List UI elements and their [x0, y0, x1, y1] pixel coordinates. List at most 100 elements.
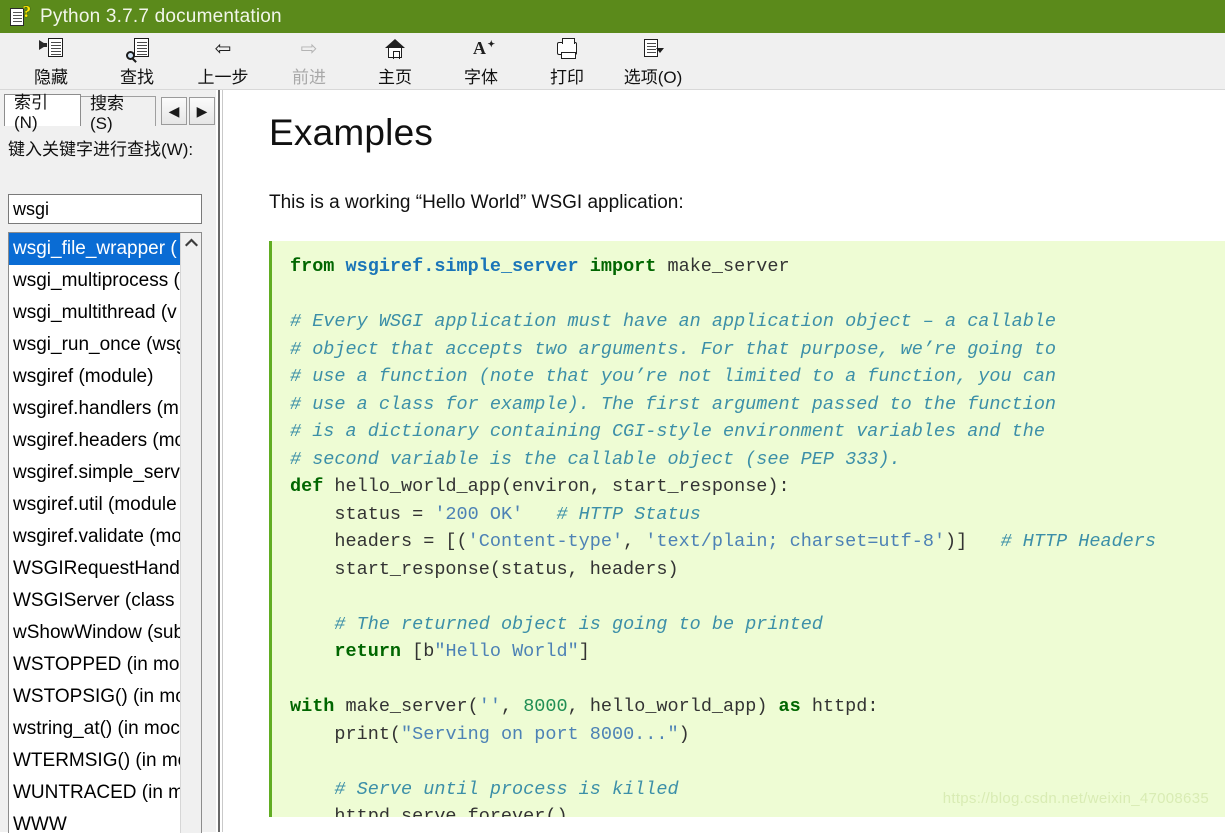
- code-token: # The returned object is going to be pri…: [334, 613, 823, 635]
- code-token: # HTTP Headers: [1000, 531, 1156, 552]
- code-token: # is a dictionary containing CGI-style e…: [290, 421, 1045, 442]
- code-token: print(: [290, 723, 402, 745]
- index-list-item[interactable]: WSGIServer (class in: [9, 585, 180, 617]
- toolbar-label-home: 主页: [378, 68, 412, 87]
- code-token: # use a class for example). The first ar…: [290, 393, 1057, 415]
- options-icon: [641, 36, 665, 62]
- code-token: def: [290, 476, 335, 497]
- code-token: 'text/plain; charset=utf-8': [645, 531, 946, 552]
- code-token: # object that accepts two arguments. For…: [290, 338, 1057, 360]
- code-token: ]: [578, 641, 590, 662]
- home-icon: [383, 36, 407, 62]
- code-token: , hello_world_app): [567, 696, 779, 717]
- code-token: with: [290, 696, 346, 717]
- toolbar-label-hide: 隐藏: [34, 68, 68, 87]
- chevron-up-icon: [184, 238, 198, 247]
- printer-icon: [555, 36, 579, 62]
- font-icon: A: [469, 35, 495, 62]
- index-list-container: wsgi_file_wrapper (wsgi_multiprocess (ws…: [8, 232, 202, 833]
- index-list-item[interactable]: WSGIRequestHandl: [9, 553, 180, 585]
- toolbar-button-forward: ⇨ 前进: [266, 33, 352, 89]
- index-list-item[interactable]: WSTOPSIG() (in mo: [9, 681, 180, 713]
- index-list-item[interactable]: wsgiref (module): [9, 361, 180, 393]
- intro-paragraph: This is a working “Hello World” WSGI app…: [269, 192, 684, 213]
- code-token: "Serving on port 8000...": [401, 723, 679, 745]
- hide-panel-icon: [39, 36, 63, 62]
- help-document-icon: ?: [8, 3, 31, 28]
- index-list-item[interactable]: wShowWindow (sub: [9, 617, 180, 649]
- code-token: # use a function (note that you’re not l…: [290, 366, 1057, 387]
- index-list-item[interactable]: wsgi_multithread (v: [9, 297, 180, 329]
- toolbar-label-print: 打印: [550, 68, 584, 87]
- search-document-icon: [125, 36, 149, 62]
- title-bar: ? Python 3.7.7 documentation: [0, 0, 1225, 33]
- code-token: '200 OK': [434, 503, 524, 525]
- toolbar-button-home[interactable]: 主页: [352, 33, 438, 89]
- index-list-item[interactable]: wsgiref.handlers (m: [9, 393, 180, 425]
- code-block: from wsgiref.simple_server import make_s…: [269, 241, 1225, 817]
- tab-prev-arrow-icon[interactable]: ◀: [161, 97, 187, 125]
- scroll-up-arrow-icon[interactable]: [181, 233, 201, 252]
- code-token: return: [334, 641, 413, 662]
- index-list-scrollbar[interactable]: [180, 233, 201, 833]
- tab-search[interactable]: 搜索(S): [79, 94, 156, 133]
- code-token: import: [589, 256, 668, 277]
- index-list-item[interactable]: WUNTRACED (in m: [9, 777, 180, 809]
- code-token: [b: [412, 641, 435, 662]
- page-title: Examples: [269, 112, 434, 153]
- code-token: (environ, start_response):: [500, 476, 790, 497]
- code-listing: from wsgiref.simple_server import make_s…: [290, 253, 1225, 817]
- panel-splitter[interactable]: [216, 90, 226, 832]
- index-list-item[interactable]: wsgiref.headers (mo: [9, 425, 180, 457]
- code-token: ,: [500, 696, 524, 717]
- code-token: wsgiref.simple_server: [345, 256, 590, 277]
- back-arrow-icon: ⇦: [214, 38, 232, 60]
- tab-index-label: 索引(N): [14, 93, 48, 132]
- index-list-item[interactable]: wsgiref.validate (mo: [9, 521, 180, 553]
- toolbar-button-hide[interactable]: 隐藏: [8, 33, 94, 89]
- code-token: make_server(: [345, 696, 479, 717]
- index-list-item[interactable]: WWW: [9, 809, 180, 833]
- index-list[interactable]: wsgi_file_wrapper (wsgi_multiprocess (ws…: [9, 233, 180, 833]
- window-title: Python 3.7.7 documentation: [40, 5, 282, 27]
- index-list-item[interactable]: wsgi_run_once (wsg: [9, 329, 180, 361]
- code-token: make_server: [667, 256, 790, 277]
- toolbar-button-font[interactable]: A 字体: [438, 33, 524, 89]
- code-token: # Every WSGI application must have an ap…: [290, 311, 1057, 332]
- toolbar-button-back[interactable]: ⇦ 上一步: [180, 33, 266, 89]
- toolbar-label-find: 查找: [120, 68, 154, 87]
- code-token: )]: [945, 531, 1001, 552]
- code-token: # second variable is the callable object…: [290, 448, 901, 470]
- index-list-item[interactable]: wsgiref.simple_serv: [9, 457, 180, 489]
- toolbar-label-back: 上一步: [197, 68, 249, 87]
- document-content: Examples This is a working “Hello World”…: [226, 90, 1225, 832]
- code-token: ): [678, 723, 690, 745]
- toolbar-button-print[interactable]: 打印: [524, 33, 610, 89]
- index-list-item[interactable]: WTERMSIG() (in mc: [9, 745, 180, 777]
- index-list-item[interactable]: wstring_at() (in moc: [9, 713, 180, 745]
- index-list-item[interactable]: WSTOPPED (in moc: [9, 649, 180, 681]
- index-list-item[interactable]: wsgiref.util (module: [9, 489, 180, 521]
- main-body: 索引(N) 搜索(S) ◀ ▶ 键入关键字进行查找(W): wsgi_file_…: [0, 90, 1225, 833]
- code-token: httpd:: [811, 696, 879, 717]
- forward-arrow-icon: ⇨: [300, 38, 318, 60]
- code-token: # HTTP Status: [556, 503, 701, 525]
- tab-next-arrow-icon[interactable]: ▶: [189, 97, 215, 125]
- index-list-item[interactable]: wsgi_file_wrapper (: [9, 233, 180, 265]
- code-token: 'Content-type': [467, 531, 624, 552]
- sidebar-panel: 索引(N) 搜索(S) ◀ ▶ 键入关键字进行查找(W): wsgi_file_…: [0, 90, 216, 833]
- code-token: '': [478, 696, 501, 717]
- search-input[interactable]: [8, 194, 202, 224]
- toolbar-label-font: 字体: [464, 68, 498, 87]
- code-token: from: [290, 256, 346, 277]
- code-token: status =: [290, 503, 435, 525]
- index-list-item[interactable]: wsgi_multiprocess (: [9, 265, 180, 297]
- toolbar-button-options[interactable]: 选项(O): [610, 33, 696, 89]
- watermark-text: https://blog.csdn.net/weixin_47008635: [942, 790, 1209, 807]
- tab-index[interactable]: 索引(N): [4, 93, 81, 132]
- code-token: "Hello World": [434, 641, 579, 662]
- toolbar-button-find[interactable]: 查找: [94, 33, 180, 89]
